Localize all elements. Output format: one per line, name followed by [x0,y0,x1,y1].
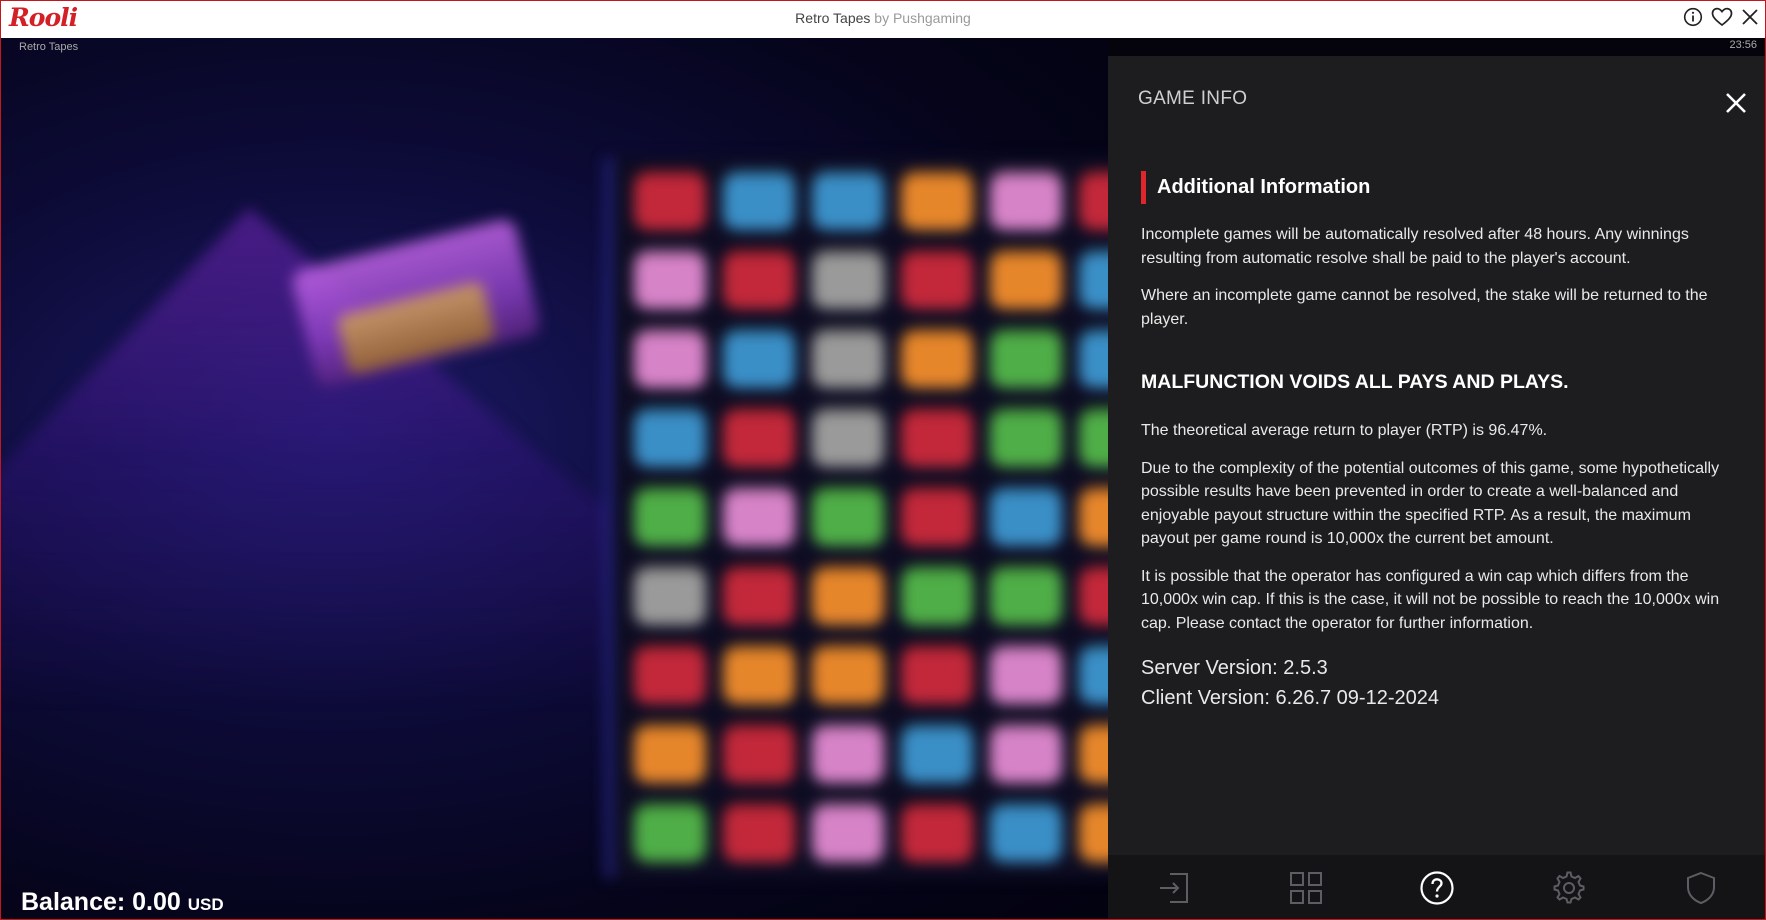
reel-symbol [723,486,795,546]
provider-label: by Pushgaming [874,10,971,26]
reel-symbol [901,644,973,704]
reel-symbol [901,170,973,230]
reel-symbol [901,565,973,625]
reel-symbol [812,802,884,862]
reel-symbol [723,802,795,862]
reel-symbol [723,170,795,230]
settings-button[interactable] [1544,863,1594,913]
close-icon [1726,93,1746,113]
grid-icon [1289,872,1322,904]
reel-symbol [634,407,706,467]
reel-symbol [634,802,706,862]
reel-symbol [1079,249,1108,309]
heart-icon[interactable] [1711,7,1733,27]
reel-symbol [901,407,973,467]
info-content[interactable]: Additional Information Incomplete games … [1141,171,1731,713]
game-subtitle: Retro Tapes [19,41,79,53]
exit-icon [1159,873,1188,903]
complexity-paragraph: Due to the complexity of the potential o… [1141,459,1720,548]
close-icon[interactable] [1741,8,1759,26]
reel-symbol [901,486,973,546]
panel-top-strip: 23:56 [1108,38,1765,56]
reel-symbol [634,170,706,230]
reel-symbol [812,486,884,546]
reel-symbol [634,328,706,388]
reel-symbol [634,723,706,783]
reel-symbol [723,723,795,783]
game-background [1,38,1108,919]
help-button[interactable] [1412,863,1462,913]
settings-icon [1553,871,1585,904]
reel-symbol [990,486,1062,546]
reel-symbol [812,249,884,309]
reel-symbol [812,644,884,704]
reel-symbol [901,723,973,783]
client-version: Client Version: 6.26.7 09-12-2024 [1141,687,1439,709]
reel-symbol [990,249,1062,309]
close-panel-button[interactable] [1725,92,1747,119]
game-info-panel: GAME INFO Additional Information Incompl… [1108,56,1765,919]
malfunction-warning: MALFUNCTION VOIDS ALL PAYS AND PLAYS. [1141,371,1569,393]
reel-symbol [634,644,706,704]
header-actions [1683,7,1759,27]
reel-symbol [1079,328,1108,388]
game-title: Retro Tapes [795,10,871,26]
reel-symbol [812,565,884,625]
currency-label: USD [187,895,224,914]
responsible-gaming-button[interactable] [1676,863,1726,913]
reel-symbol [812,170,884,230]
reel-symbol [634,249,706,309]
reel-symbol [1079,644,1108,704]
grid-button[interactable] [1281,863,1331,913]
info-paragraph: Incomplete games will be automatically r… [1141,226,1689,267]
reel-symbol [812,723,884,783]
rtp-paragraph: The theoretical average return to player… [1141,422,1548,439]
reel-symbol [1079,802,1108,862]
reel-symbol [1079,170,1108,230]
reel-symbol [1079,723,1108,783]
reel-symbol [1079,486,1108,546]
reel-symbol [990,170,1062,230]
reel-symbol [990,802,1062,862]
server-version: Server Version: 2.5.3 [1141,657,1328,679]
reel-symbol [723,644,795,704]
reel-symbol [634,486,706,546]
help-icon [1420,871,1455,905]
wincap-paragraph: It is possible that the operator has con… [1141,567,1720,632]
balance-display: Balance: 0.00 USD [21,888,224,917]
reel-symbol [634,565,706,625]
window-title: Retro Tapes by Pushgaming [1,10,1765,26]
game-canvas[interactable]: Retro Tapes Balance: 0.00 USD [1,38,1108,919]
reel-symbol [812,407,884,467]
balance-value: Balance: 0.00 [21,888,181,916]
info-icon[interactable] [1683,7,1703,27]
panel-title: GAME INFO [1138,88,1248,109]
reel-symbol [723,565,795,625]
panel-nav [1108,855,1765,919]
game-window: Rooli Retro Tapes by Pushgaming Retro Ta… [0,0,1766,920]
reel-symbol [723,249,795,309]
reel-symbol [990,565,1062,625]
reel-symbol [1079,407,1108,467]
reel-symbol [723,328,795,388]
shield-icon [1687,871,1716,905]
reel-symbol [901,802,973,862]
section-title: Additional Information [1141,171,1731,204]
reel-symbol [901,328,973,388]
reel-symbol [990,644,1062,704]
clock: 23:56 [1729,39,1757,51]
reel-symbol [1079,565,1108,625]
reel-symbol [901,249,973,309]
reel-grid [606,158,1108,878]
reel-symbol [990,723,1062,783]
exit-button[interactable] [1149,863,1199,913]
reel-symbol [990,328,1062,388]
reel-symbol [723,407,795,467]
reel-symbol [990,407,1062,467]
site-header: Rooli Retro Tapes by Pushgaming [1,1,1765,38]
info-paragraph: Where an incomplete game cannot be resol… [1141,287,1708,328]
reel-symbol [812,328,884,388]
